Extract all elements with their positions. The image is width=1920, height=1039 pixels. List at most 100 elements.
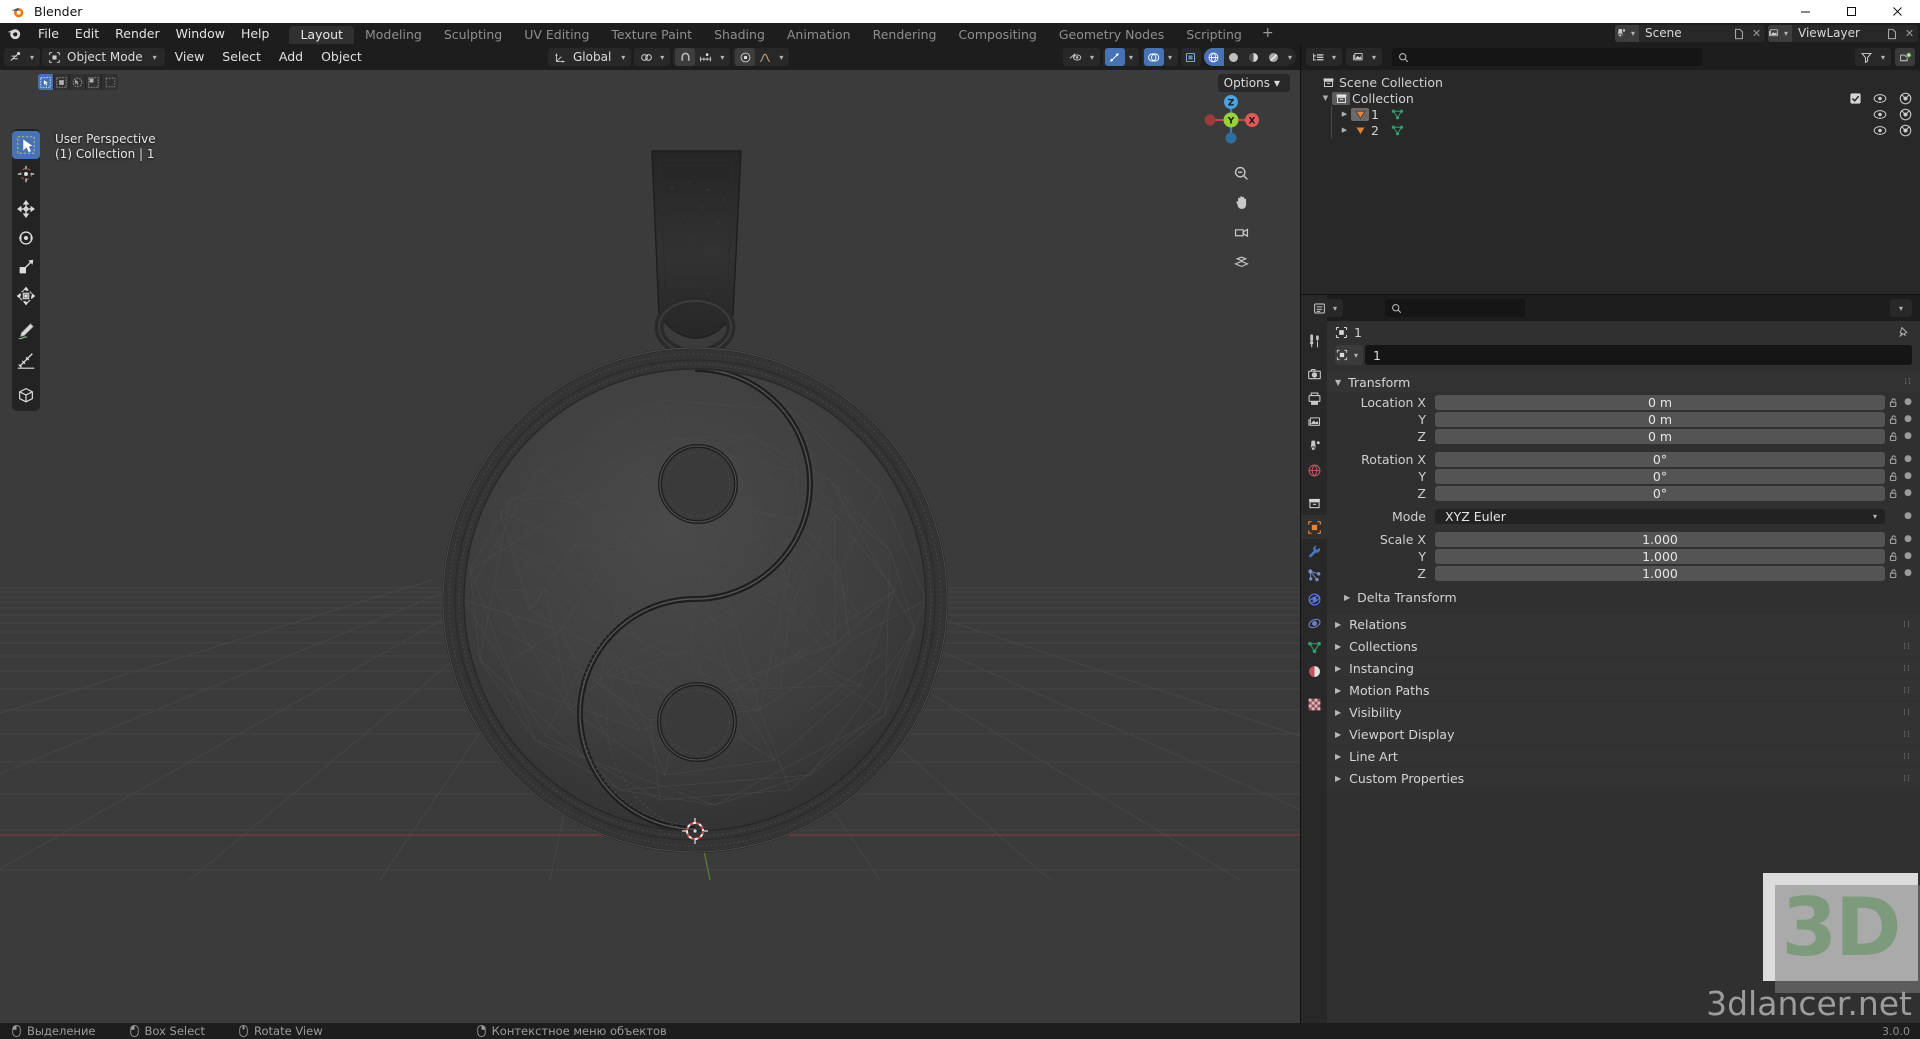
object-id-block[interactable]: ▾ 1 <box>1335 345 1912 365</box>
outliner-row-scene-collection[interactable]: Scene Collection <box>1301 74 1920 90</box>
scene-name[interactable]: Scene <box>1639 25 1729 42</box>
add-workspace-button[interactable]: + <box>1253 23 1283 44</box>
ortho-persp-icon[interactable] <box>1230 249 1252 271</box>
material-tab[interactable] <box>1301 659 1327 683</box>
viewport-menu-add[interactable]: Add <box>271 48 311 66</box>
instancing-panel[interactable]: ▶ Instancing ⁞⁞ <box>1327 658 1920 679</box>
rotation-x-field[interactable]: 0° <box>1435 451 1885 467</box>
viewport-display-panel[interactable]: ▶ Viewport Display ⁞⁞ <box>1327 724 1920 745</box>
object-type-selector[interactable]: ▾ <box>1335 345 1363 365</box>
camera-render-icon[interactable] <box>1899 92 1912 105</box>
drag-grip-icon[interactable]: ⁞⁞ <box>1904 378 1912 387</box>
expand-triangle-icon[interactable]: ▼ <box>1319 94 1332 102</box>
drag-grip-icon[interactable]: ⁞⁞ <box>1903 774 1911 783</box>
lock-icon[interactable] <box>1885 488 1902 499</box>
annotate-tool-icon[interactable] <box>12 317 40 345</box>
view-layer-tab[interactable] <box>1301 410 1327 434</box>
lock-icon[interactable] <box>1885 551 1902 562</box>
snap-target-selector[interactable]: ▾ <box>634 48 671 66</box>
object-data-tab[interactable] <box>1301 635 1327 659</box>
pin-icon[interactable] <box>1897 326 1910 339</box>
lock-icon[interactable] <box>1885 471 1902 482</box>
animate-property-icon[interactable]: ● <box>1902 534 1914 544</box>
tab-animation[interactable]: Animation <box>776 26 862 44</box>
menu-render[interactable]: Render <box>107 23 168 44</box>
transform-orientation-selector[interactable]: Global ▾ <box>548 48 632 66</box>
rotation-z-field[interactable]: 0° <box>1435 485 1885 501</box>
rotation-mode-dropdown[interactable]: XYZ Euler ▾ <box>1435 508 1885 524</box>
overlays-toggle-group[interactable]: ▾ <box>1141 48 1178 66</box>
expand-triangle-icon[interactable]: ▶ <box>1338 126 1351 134</box>
animate-property-icon[interactable]: ● <box>1902 471 1914 481</box>
visibility-selector[interactable]: ▾ <box>1062 48 1100 66</box>
menu-help[interactable]: Help <box>233 23 278 44</box>
animate-property-icon[interactable]: ● <box>1902 511 1914 521</box>
proportional-edit-icon[interactable] <box>735 48 756 66</box>
drag-grip-icon[interactable]: ⁞⁞ <box>1903 752 1911 761</box>
drag-grip-icon[interactable]: ⁞⁞ <box>1903 642 1911 651</box>
falloff-curve-icon[interactable] <box>755 48 775 66</box>
modifier-tab[interactable] <box>1301 539 1327 563</box>
animate-property-icon[interactable]: ● <box>1902 431 1914 441</box>
scene-selector[interactable]: ▾ Scene ✕ <box>1615 25 1765 42</box>
new-collection-button[interactable] <box>1895 48 1915 66</box>
scale-tool-icon[interactable] <box>12 253 40 281</box>
tool-tab[interactable] <box>1301 329 1327 353</box>
rendered-shading-icon[interactable] <box>1264 48 1284 66</box>
lock-icon[interactable] <box>1885 454 1902 465</box>
camera-icon[interactable] <box>1230 220 1252 242</box>
tab-scripting[interactable]: Scripting <box>1175 26 1253 44</box>
editor-type-selector[interactable]: ▾ <box>4 48 41 66</box>
remove-view-layer-button[interactable]: ✕ <box>1901 25 1918 42</box>
lock-icon[interactable] <box>1885 534 1902 545</box>
gizmo-icon[interactable] <box>1104 48 1125 66</box>
tweak-select-icon[interactable] <box>38 74 54 90</box>
properties-options-button[interactable]: ▾ <box>1890 299 1912 317</box>
view-layer-name[interactable]: ViewLayer <box>1792 25 1882 42</box>
object-name-field[interactable]: 1 <box>1365 345 1912 365</box>
viewport-menu-view[interactable]: View <box>167 48 213 66</box>
transform-panel-header[interactable]: ▼ Transform ⁞⁞ <box>1327 372 1920 392</box>
measure-tool-icon[interactable] <box>12 346 40 374</box>
lock-icon[interactable] <box>1885 568 1902 579</box>
3d-viewport[interactable]: ▾ Object Mode ▾ View Select Add Object G… <box>0 44 1300 1023</box>
expand-triangle-icon[interactable]: ▶ <box>1338 110 1351 118</box>
select-box-alt-icon[interactable] <box>102 74 118 90</box>
camera-render-icon[interactable] <box>1899 108 1912 121</box>
minimize-button[interactable] <box>1782 0 1828 23</box>
location-z-field[interactable]: 0 m <box>1435 428 1885 444</box>
lock-icon[interactable] <box>1885 431 1902 442</box>
rotate-tool-icon[interactable] <box>12 224 40 252</box>
magnet-icon[interactable] <box>675 48 696 66</box>
custom-properties-panel[interactable]: ▶ Custom Properties ⁞⁞ <box>1327 768 1920 789</box>
tweak-tool-icon[interactable] <box>12 131 40 159</box>
new-scene-button[interactable] <box>1729 25 1748 42</box>
drag-grip-icon[interactable]: ⁞⁞ <box>1903 730 1911 739</box>
scale-x-field[interactable]: 1.000 <box>1435 531 1885 547</box>
particles-tab[interactable] <box>1301 563 1327 587</box>
animate-property-icon[interactable]: ● <box>1902 414 1914 424</box>
scale-z-field[interactable]: 1.000 <box>1435 565 1885 581</box>
drag-grip-icon[interactable]: ⁞⁞ <box>1903 620 1911 629</box>
menu-window[interactable]: Window <box>168 23 233 44</box>
delta-transform-subpanel[interactable]: ▶ Delta Transform <box>1327 588 1920 606</box>
solid-shading-icon[interactable] <box>1224 48 1244 66</box>
new-view-layer-button[interactable] <box>1882 25 1901 42</box>
tab-modeling[interactable]: Modeling <box>354 26 433 44</box>
properties-editor[interactable]: ▾ ▾ 1 ▾ 1 ▼ Transform ⁞⁞ Location X 0 m … <box>1300 294 1920 1023</box>
visibility-panel[interactable]: ▶ Visibility ⁞⁞ <box>1327 702 1920 723</box>
transform-tool-icon[interactable] <box>12 282 40 310</box>
scale-y-field[interactable]: 1.000 <box>1435 548 1885 564</box>
outliner-row-object-1[interactable]: ▶ 1 <box>1301 106 1920 122</box>
lasso-select-icon[interactable] <box>86 74 102 90</box>
proportional-editing-group[interactable]: ▾ <box>673 48 731 66</box>
animate-property-icon[interactable]: ● <box>1902 397 1914 407</box>
wireframe-shading-icon[interactable] <box>1203 48 1224 66</box>
tab-rendering[interactable]: Rendering <box>862 26 948 44</box>
drag-grip-icon[interactable]: ⁞⁞ <box>1903 686 1911 695</box>
physics-tab[interactable] <box>1301 587 1327 611</box>
viewport-canvas[interactable] <box>0 70 1300 1023</box>
checkbox-icon[interactable] <box>1850 92 1861 104</box>
close-button[interactable] <box>1874 0 1920 23</box>
relations-panel[interactable]: ▶ Relations ⁞⁞ <box>1327 614 1920 635</box>
